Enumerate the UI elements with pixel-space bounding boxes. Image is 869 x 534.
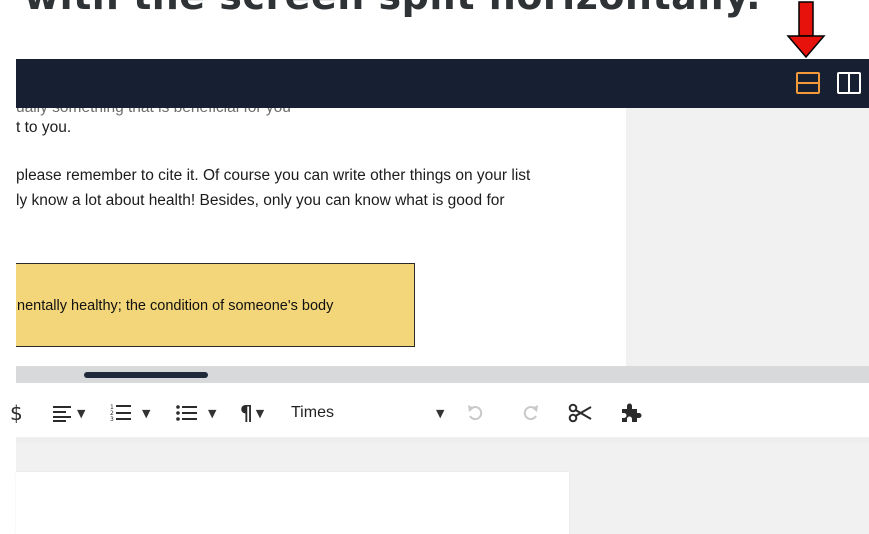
document-clipped-line: ually something that is beneficial for y… bbox=[16, 108, 291, 117]
puzzle-icon bbox=[622, 403, 642, 422]
undo-icon bbox=[468, 405, 483, 421]
align-icon bbox=[53, 406, 71, 422]
bullet-list-icon bbox=[176, 405, 197, 421]
split-vertical-button[interactable] bbox=[837, 72, 861, 94]
numbered-list-icon: 1 2 3 bbox=[110, 404, 131, 423]
instruction-heading: with the screen split horizontally. bbox=[24, 0, 761, 18]
screenshot-stage: with the screen split horizontally. uall… bbox=[0, 0, 869, 534]
vocabulary-definition-text: nentally healthy; the condition of someo… bbox=[17, 298, 334, 314]
paragraph-dropdown[interactable]: ¶ ▼ bbox=[240, 400, 264, 426]
red-arrow-down-icon bbox=[786, 1, 826, 59]
document-line-3: ly know a lot about health! Besides, onl… bbox=[16, 192, 505, 209]
undo-button[interactable] bbox=[465, 400, 485, 426]
font-family-dropdown-toggle[interactable]: ▼ bbox=[433, 400, 444, 426]
vocabulary-definition-box: nentally healthy; the condition of someo… bbox=[16, 263, 415, 347]
split-horizontal-icon bbox=[798, 82, 818, 84]
paragraph-icon: ¶ bbox=[240, 401, 253, 425]
document-page-sheet[interactable] bbox=[16, 472, 569, 534]
redo-button[interactable] bbox=[521, 400, 541, 426]
chevron-down-icon: ▼ bbox=[142, 406, 151, 420]
dollar-icon: $ bbox=[10, 401, 23, 425]
chevron-down-icon: ▼ bbox=[255, 406, 265, 420]
plugins-button[interactable] bbox=[620, 400, 642, 426]
align-dropdown[interactable]: ▼ bbox=[52, 400, 85, 426]
dollar-button[interactable]: $ bbox=[10, 400, 23, 426]
font-family-select[interactable]: Times bbox=[291, 400, 334, 426]
split-horizontal-button[interactable] bbox=[796, 72, 820, 94]
chevron-down-icon: ▼ bbox=[436, 406, 445, 420]
horizontal-scroll-thumb[interactable] bbox=[84, 372, 208, 378]
svg-text:3: 3 bbox=[110, 416, 114, 423]
chevron-down-icon: ▼ bbox=[77, 406, 86, 420]
upper-pane-gutter bbox=[626, 108, 869, 366]
font-family-value: Times bbox=[291, 404, 334, 421]
document-line-2: please remember to cite it. Of course yo… bbox=[16, 167, 531, 184]
split-vertical-icon bbox=[848, 74, 850, 92]
document-line-1: t to you. bbox=[16, 119, 72, 136]
upper-split-pane[interactable]: ually something that is beneficial for y… bbox=[16, 108, 869, 366]
top-navigation-bar bbox=[16, 59, 869, 108]
redo-icon bbox=[523, 405, 538, 421]
numbered-list-dropdown[interactable]: 1 2 3 ▼ bbox=[110, 400, 150, 426]
chevron-down-icon: ▼ bbox=[208, 406, 217, 420]
bullet-list-dropdown[interactable]: ▼ bbox=[176, 400, 216, 426]
scissors-icon bbox=[568, 403, 592, 423]
cut-button[interactable] bbox=[568, 400, 592, 426]
